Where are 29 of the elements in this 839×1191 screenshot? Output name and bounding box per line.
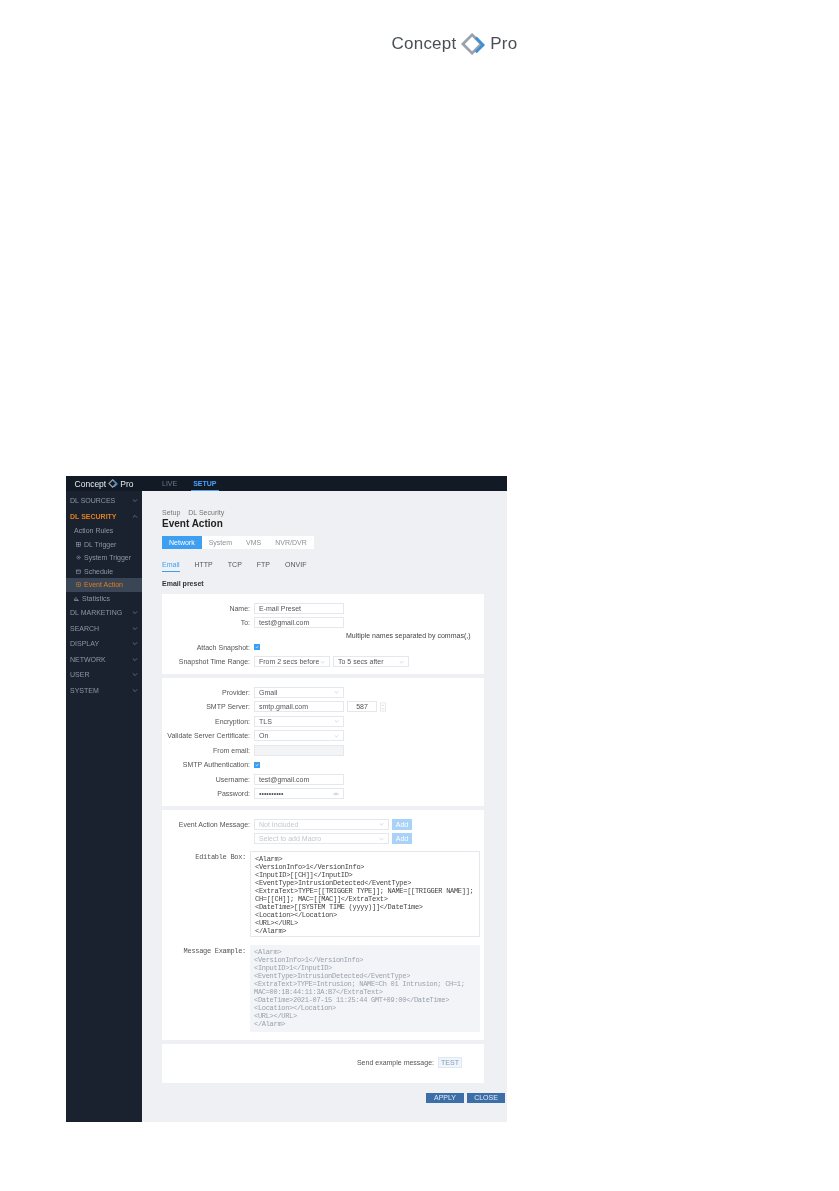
checkbox[interactable] <box>254 644 260 651</box>
diamond-icon <box>460 33 487 55</box>
chevron-up-icon <box>132 513 138 519</box>
chevron-down-icon <box>334 733 339 738</box>
chevron-down-icon <box>132 625 138 631</box>
diamond-icon <box>108 479 119 488</box>
chevron-down-icon <box>132 610 138 616</box>
chevron-down-icon <box>132 641 138 647</box>
chevron-down-icon <box>334 690 339 695</box>
checkmark-icon <box>255 645 259 650</box>
gear-icon <box>76 555 81 561</box>
chevron-down-icon <box>132 687 138 693</box>
bar-chart-icon <box>74 595 79 601</box>
chevron-down-icon <box>320 659 325 664</box>
page-title: Event Action <box>162 518 224 529</box>
eye-icon <box>333 791 339 796</box>
logo: Concept Pro <box>73 478 135 489</box>
chevron-down-icon <box>132 672 138 678</box>
logo: Concept Pro <box>391 32 518 56</box>
chevron-down-icon <box>334 719 339 724</box>
calendar-icon <box>76 568 81 574</box>
chevron-down-icon <box>132 498 138 504</box>
chevron-down-icon <box>132 656 138 662</box>
checkmark-icon <box>255 762 259 767</box>
grid-icon <box>76 541 81 547</box>
chevron-down-icon <box>379 836 384 841</box>
chevron-down-icon <box>399 659 404 664</box>
chevron-down-icon <box>379 822 384 827</box>
checkbox[interactable] <box>254 761 260 768</box>
